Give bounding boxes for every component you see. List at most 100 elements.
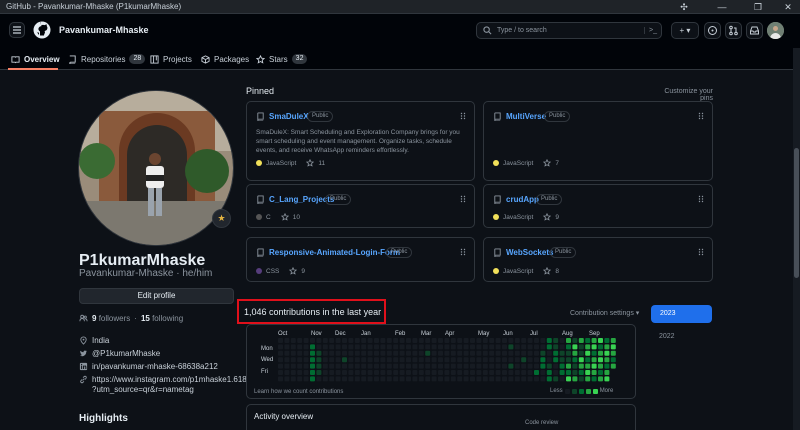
contribution-day-cell[interactable] <box>412 357 418 363</box>
contribution-day-cell[interactable] <box>418 357 424 363</box>
contribution-day-cell[interactable] <box>482 376 488 382</box>
contribution-day-cell[interactable] <box>598 370 603 375</box>
contribution-day-cell[interactable] <box>367 370 373 375</box>
contribution-day-cell[interactable] <box>412 376 418 382</box>
contribution-day-cell[interactable] <box>444 376 450 382</box>
contribution-day-cell[interactable] <box>559 344 565 350</box>
contribution-day-cell[interactable] <box>354 344 360 350</box>
contribution-day-cell[interactable] <box>482 344 488 350</box>
contribution-day-cell[interactable] <box>438 363 443 369</box>
contribution-day-cell[interactable] <box>354 357 360 363</box>
contribution-day-cell[interactable] <box>297 338 303 343</box>
contribution-day-cell[interactable] <box>386 344 392 350</box>
contribution-day-cell[interactable] <box>380 376 386 382</box>
contribution-day-cell[interactable] <box>418 376 424 382</box>
contribution-day-cell[interactable] <box>470 350 475 356</box>
year-button-2023[interactable]: 2023 <box>651 305 712 323</box>
contribution-day-cell[interactable] <box>431 363 437 369</box>
contribution-day-cell[interactable] <box>521 370 527 375</box>
contribution-day-cell[interactable] <box>463 357 469 363</box>
contribution-day-cell[interactable] <box>463 338 469 343</box>
contribution-day-cell[interactable] <box>598 357 603 363</box>
contribution-day-cell[interactable] <box>342 376 347 382</box>
contribution-day-cell[interactable] <box>438 376 443 382</box>
contribution-day-cell[interactable] <box>527 350 533 356</box>
contribution-day-cell[interactable] <box>591 357 597 363</box>
contribution-day-cell[interactable] <box>322 363 328 369</box>
contribution-day-cell[interactable] <box>508 357 514 363</box>
contribution-day-cell[interactable] <box>335 363 341 369</box>
contribution-day-cell[interactable] <box>431 338 437 343</box>
contribution-day-cell[interactable] <box>508 338 514 343</box>
contribution-day-cell[interactable] <box>386 350 392 356</box>
user-avatar[interactable] <box>767 22 784 39</box>
contribution-day-cell[interactable] <box>380 344 386 350</box>
contribution-day-cell[interactable] <box>322 344 328 350</box>
contribution-day-cell[interactable] <box>553 370 559 375</box>
contribution-day-cell[interactable] <box>546 350 552 356</box>
contribution-day-cell[interactable] <box>386 338 392 343</box>
year-button-2022[interactable]: 2022 <box>659 333 675 340</box>
contribution-day-cell[interactable] <box>489 370 495 375</box>
contribution-day-cell[interactable] <box>348 344 354 350</box>
contribution-day-cell[interactable] <box>367 357 373 363</box>
contribution-day-cell[interactable] <box>610 338 616 343</box>
contribution-day-cell[interactable] <box>342 357 347 363</box>
contribution-day-cell[interactable] <box>412 338 418 343</box>
contribution-day-cell[interactable] <box>316 338 322 343</box>
contribution-day-cell[interactable] <box>322 338 328 343</box>
contribution-day-cell[interactable] <box>604 350 610 356</box>
followers-link[interactable]: 9 followers <box>92 314 130 323</box>
contribution-day-cell[interactable] <box>546 344 552 350</box>
github-logo-icon[interactable] <box>33 21 51 39</box>
contribution-day-cell[interactable] <box>489 344 495 350</box>
contribution-day-cell[interactable] <box>489 376 495 382</box>
contribution-day-cell[interactable] <box>278 350 283 356</box>
contribution-day-cell[interactable] <box>502 370 507 375</box>
contribution-day-cell[interactable] <box>546 363 552 369</box>
contribution-day-cell[interactable] <box>303 338 309 343</box>
contribution-day-cell[interactable] <box>553 350 559 356</box>
contribution-day-cell[interactable] <box>566 376 571 382</box>
contribution-day-cell[interactable] <box>444 338 450 343</box>
contribution-day-cell[interactable] <box>438 350 443 356</box>
contribution-day-cell[interactable] <box>425 370 431 375</box>
contribution-day-cell[interactable] <box>374 363 379 369</box>
contribution-day-cell[interactable] <box>495 370 501 375</box>
contribution-day-cell[interactable] <box>540 363 546 369</box>
contribution-day-cell[interactable] <box>559 370 565 375</box>
contribution-day-cell[interactable] <box>380 370 386 375</box>
contribution-day-cell[interactable] <box>508 376 514 382</box>
contribution-day-cell[interactable] <box>316 376 322 382</box>
contribution-day-cell[interactable] <box>578 357 584 363</box>
contribution-day-cell[interactable] <box>559 376 565 382</box>
contribution-day-cell[interactable] <box>367 376 373 382</box>
contribution-day-cell[interactable] <box>361 344 367 350</box>
contribution-day-cell[interactable] <box>342 363 347 369</box>
contribution-day-cell[interactable] <box>278 357 283 363</box>
contribution-day-cell[interactable] <box>578 350 584 356</box>
contribution-day-cell[interactable] <box>303 376 309 382</box>
contribution-day-cell[interactable] <box>566 363 571 369</box>
contribution-day-cell[interactable] <box>470 363 475 369</box>
contribution-day-cell[interactable] <box>348 338 354 343</box>
contribution-day-cell[interactable] <box>495 350 501 356</box>
contribution-day-cell[interactable] <box>559 338 565 343</box>
pinned-repo-name[interactable]: Responsive-Animated-Login-Form <box>269 248 400 257</box>
contribution-day-cell[interactable] <box>284 370 290 375</box>
contribution-day-cell[interactable] <box>444 350 450 356</box>
contribution-day-cell[interactable] <box>553 357 559 363</box>
contribution-day-cell[interactable] <box>374 344 379 350</box>
contribution-day-cell[interactable] <box>534 350 539 356</box>
contribution-day-cell[interactable] <box>450 357 456 363</box>
contribution-day-cell[interactable] <box>546 370 552 375</box>
contribution-day-cell[interactable] <box>559 363 565 369</box>
contribution-day-cell[interactable] <box>380 363 386 369</box>
contribution-day-cell[interactable] <box>297 363 303 369</box>
contribution-day-cell[interactable] <box>399 344 405 350</box>
contribution-day-cell[interactable] <box>572 338 578 343</box>
contribution-day-cell[interactable] <box>521 338 527 343</box>
contribution-day-cell[interactable] <box>310 357 315 363</box>
drag-handle-icon[interactable] <box>460 195 466 203</box>
contribution-day-cell[interactable] <box>572 357 578 363</box>
